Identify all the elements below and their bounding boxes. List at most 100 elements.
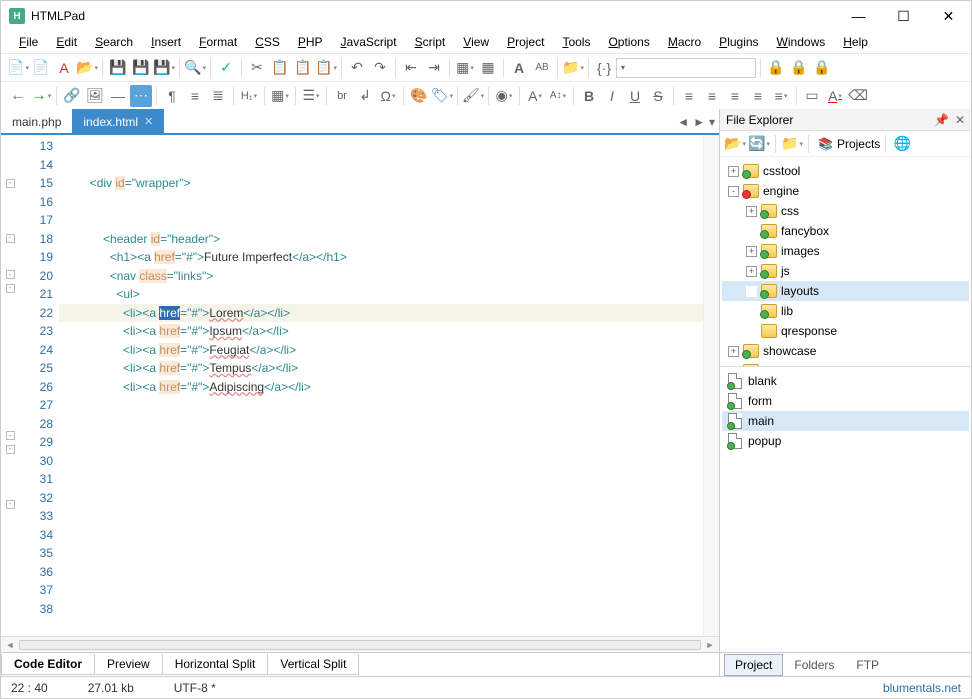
align-right-icon[interactable]: ≡ [724,85,746,107]
file-item-blank[interactable]: blank [722,371,969,391]
scroll-right-icon[interactable]: ► [703,640,717,650]
tree-item-showcase[interactable]: +showcase [722,341,969,361]
menu-css[interactable]: CSS [247,33,288,51]
hr-icon[interactable]: — [107,85,129,107]
menu-javascript[interactable]: JavaScript [333,33,405,51]
new-doc-icon[interactable]: 📄 [30,57,52,79]
fold-30[interactable]: - [6,445,15,454]
clipboard-icon[interactable]: 📋 [315,57,337,79]
panel-toggle-icon[interactable]: ▦ [454,57,476,79]
fold-15[interactable]: - [6,179,15,188]
folder-nav-icon[interactable]: 📂 [724,133,746,155]
projects-icon[interactable]: 📚 [818,137,833,151]
save-all-icon[interactable]: 💾 [130,57,152,79]
tree-item-images[interactable]: +images [722,241,969,261]
open-folder-icon[interactable]: 📂 [76,57,98,79]
expand-icon[interactable]: + [746,266,757,277]
tree-item-js[interactable]: +js [722,261,969,281]
grid-icon[interactable]: ▦ [477,57,499,79]
sidebar-tab-project[interactable]: Project [724,654,783,676]
fold-20[interactable]: - [6,270,15,279]
new-file-icon[interactable]: 📄 [7,57,29,79]
panel-pin-icon[interactable]: 📌 [934,113,949,127]
tree-item-lib[interactable]: lib [722,301,969,321]
scroll-left-icon[interactable]: ◄ [3,640,17,650]
expand-icon[interactable]: + [746,206,757,217]
menu-php[interactable]: PHP [290,33,331,51]
paragraph-icon[interactable]: ¶ [161,85,183,107]
bottom-tab-code-editor[interactable]: Code Editor [1,654,95,675]
cut-icon[interactable]: ✂ [246,57,268,79]
maximize-button[interactable]: ☐ [881,1,926,31]
tab-close-icon[interactable]: ✕ [144,115,153,128]
menu-plugins[interactable]: Plugins [711,33,766,51]
menu-search[interactable]: Search [87,33,141,51]
tree-item-engine[interactable]: -engine [722,181,969,201]
expand-icon[interactable]: + [728,346,739,357]
tag-a-icon[interactable]: A [508,57,530,79]
folder-open-icon[interactable]: 📁 [781,133,803,155]
menu-edit[interactable]: Edit [48,33,85,51]
table-icon[interactable]: ▦ [269,85,291,107]
tab-menu-icon[interactable]: ▾ [709,115,715,129]
form-icon[interactable]: ☰ [300,85,322,107]
br-icon[interactable]: br [331,85,353,107]
brackets-icon[interactable]: {·} [593,57,615,79]
menu-tools[interactable]: Tools [554,33,598,51]
menu-file[interactable]: File [11,33,46,51]
menu-help[interactable]: Help [835,33,876,51]
file-list[interactable]: blankformmainpopup [720,367,971,652]
horizontal-scrollbar[interactable]: ◄ ► [1,636,719,652]
paste-icon[interactable]: 📋 [292,57,314,79]
bottom-tab-horizontal-split[interactable]: Horizontal Split [162,654,269,675]
underline-icon[interactable]: U [624,85,646,107]
code-content[interactable]: <div id="wrapper"> <header id="header"> … [59,135,703,636]
save-icon[interactable]: 💾 [107,57,129,79]
tab-main-php[interactable]: main.php [1,109,72,133]
search-icon[interactable]: 🔍 [184,57,206,79]
save-as-icon[interactable]: 💾 [153,57,175,79]
list-ul-icon[interactable]: ≣ [207,85,229,107]
align-justify-icon[interactable]: ≡ [747,85,769,107]
file-item-popup[interactable]: popup [722,431,969,451]
list-ol-icon[interactable]: ≡ [184,85,206,107]
eraser-icon[interactable]: ⌫ [847,85,869,107]
fold-21[interactable]: - [6,284,15,293]
omega-icon[interactable]: Ω [377,85,399,107]
menu-view[interactable]: View [455,33,497,51]
redo-icon[interactable]: ↷ [369,57,391,79]
tag-icon[interactable]: 🏷 [431,85,453,107]
rect-icon[interactable]: ▭ [801,85,823,107]
line-height-icon[interactable]: ≡ [770,85,792,107]
tree-item-css[interactable]: +css [722,201,969,221]
globe-icon[interactable]: 🌐 [891,133,913,155]
menu-options[interactable]: Options [600,33,657,51]
menu-windows[interactable]: Windows [769,33,834,51]
indent-icon[interactable]: ⇥ [423,57,445,79]
selector-combo[interactable] [616,58,756,78]
refresh-icon[interactable]: 🔄 [748,133,770,155]
tab-next-icon[interactable]: ► [693,115,705,129]
menu-project[interactable]: Project [499,33,552,51]
menu-script[interactable]: Script [407,33,454,51]
tag-ab-icon[interactable]: AB [531,57,553,79]
lock3-icon[interactable]: 🔒 [811,57,833,79]
image-icon[interactable]: 🖼 [84,85,106,107]
nbsp-icon[interactable]: ↲ [354,85,376,107]
fold-gutter[interactable]: ------- [1,135,19,636]
minimize-button[interactable]: — [836,1,881,31]
vendor-link[interactable]: blumentals.net [883,681,961,695]
tree-item-fancybox[interactable]: fancybox [722,221,969,241]
strike-icon[interactable]: S [647,85,669,107]
align-left-icon[interactable]: ≡ [678,85,700,107]
folder-tree[interactable]: +csstool-engine+cssfancybox+images+jslay… [720,157,971,367]
align-center-icon[interactable]: ≡ [701,85,723,107]
menu-insert[interactable]: Insert [143,33,189,51]
new-html-icon[interactable]: A [53,57,75,79]
tree-item-csstool[interactable]: +csstool [722,161,969,181]
fold-33[interactable]: - [6,500,15,509]
vertical-scrollbar[interactable] [703,135,719,636]
projects-label[interactable]: Projects [837,137,880,151]
forward-icon[interactable]: → [30,85,52,107]
bold-icon[interactable]: B [578,85,600,107]
